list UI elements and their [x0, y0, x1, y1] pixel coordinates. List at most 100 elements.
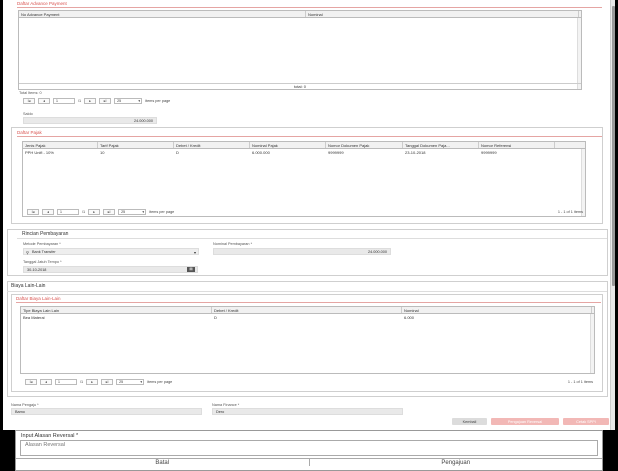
- cell-tipe-biaya: Bea Materai: [23, 315, 45, 320]
- pager-prev-button[interactable]: ◂: [38, 98, 50, 104]
- pager-last-button[interactable]: ▸I: [103, 209, 116, 215]
- per-page-select[interactable]: 25: [116, 379, 145, 385]
- tanggal-value: 30-10-2018: [27, 268, 47, 272]
- calendar-icon[interactable]: ▤: [187, 266, 195, 272]
- rincian-title: Rincian Pembayaran: [22, 231, 69, 237]
- pager-page-count: /1: [82, 210, 86, 214]
- biaya-title: Biaya Lain-Lain: [11, 283, 46, 289]
- saldo-field: 24.000.000: [23, 117, 157, 124]
- advance-grid-header: No Advance Payment Nominal: [19, 11, 581, 18]
- biaya-pager: I◂ ◂ 1 /1 ▸ ▸I 25 items per page 1 - 1 o…: [25, 378, 593, 386]
- col-nominal[interactable]: Nominal: [402, 307, 592, 313]
- per-page-select[interactable]: 25: [114, 98, 143, 104]
- col-debet-kredit[interactable]: Debet / Kredit: [174, 142, 250, 148]
- reversal-dialog-title: Input Alasan Reversal *: [21, 433, 79, 439]
- cell-tanggal-dokumen: 23-10-2018: [405, 150, 426, 155]
- col-nomor-dokumen[interactable]: Nomor Dokumen Pajak: [326, 142, 403, 148]
- page-scrollbar[interactable]: [610, 0, 615, 430]
- tanggal-field[interactable]: 30-10-2018 ▤: [23, 266, 198, 273]
- col-nominal-pajak[interactable]: Nominal Pajak: [250, 142, 326, 148]
- pager-last-button[interactable]: ▸I: [101, 379, 114, 385]
- pager-first-button[interactable]: I◂: [25, 379, 37, 385]
- cell-tarif-pajak: 10: [100, 150, 105, 155]
- pager-page-input[interactable]: 1: [53, 98, 75, 104]
- advance-grid: No Advance Payment Nominal total: 0: [18, 10, 582, 90]
- pager-page-count: /1: [80, 380, 84, 384]
- alasan-reversal-input[interactable]: Alasan Reversal: [20, 440, 598, 456]
- col-jenis-pajak[interactable]: Jenis Pajak: [23, 142, 98, 148]
- rincian-divider: [17, 238, 607, 239]
- pager-first-button[interactable]: I◂: [23, 98, 35, 104]
- advance-section-title: Daftar Advance Payment: [17, 1, 67, 6]
- finance-field: Dero: [212, 408, 403, 415]
- main-window: Daftar Advance Payment No Advance Paymen…: [3, 0, 615, 430]
- cell-nomor-referensi: 9999999: [481, 150, 497, 155]
- cell-jenis-pajak: PPH Unifi - 10%: [25, 150, 54, 155]
- pager-prev-button[interactable]: ◂: [40, 379, 52, 385]
- pajak-section-title: Daftar Pajak: [17, 130, 42, 135]
- pengaju-label: Nama Pengaju *: [11, 403, 39, 407]
- metode-select[interactable]: ⚲ Bank Transfer ▾: [23, 248, 199, 255]
- search-icon: ⚲: [26, 249, 29, 255]
- cetak-sppi-button[interactable]: Cetak SPPI: [563, 418, 609, 425]
- biaya-grid-scrollbar[interactable]: [590, 314, 594, 373]
- nominal-pembayaran-label: Nominal Pembayaran *: [213, 242, 253, 246]
- per-page-select[interactable]: 25: [118, 209, 147, 215]
- pager-next-button[interactable]: ▸: [86, 379, 99, 385]
- per-page-label: items per page: [145, 99, 171, 103]
- pajak-pager: I◂ ◂ 1 /1 ▸ ▸I 25 items per page 1 - 1 o…: [27, 208, 583, 216]
- page-scrollbar-thumb[interactable]: [612, 6, 615, 286]
- dialog-footer: Batal Pengajuan: [16, 458, 602, 466]
- cell-nomor-dokumen: 9999999: [328, 150, 344, 155]
- pager-prev-button[interactable]: ◂: [42, 209, 54, 215]
- col-debet-kredit[interactable]: Debet / Kredit: [212, 307, 402, 313]
- biaya-grid-header: Tipe Biaya Lain Lain Debet / Kredit Nomi…: [21, 307, 594, 314]
- cell-debet-kredit: D: [214, 315, 217, 320]
- biaya-rule: [16, 302, 601, 303]
- col-no-advance[interactable]: No Advance Payment: [19, 11, 306, 17]
- table-row[interactable]: Bea Materai D 6.000: [21, 314, 594, 320]
- pengajuan-reversal-button[interactable]: Pengajuan Reversal: [491, 418, 559, 425]
- pager-next-button[interactable]: ▸: [84, 98, 97, 104]
- pager-page-input[interactable]: 1: [57, 209, 79, 215]
- pager-page-input[interactable]: 1: [55, 379, 77, 385]
- tanggal-label: Tanggal Jatuh Tempo *: [23, 260, 62, 264]
- per-page-label: items per page: [149, 210, 175, 214]
- pager-first-button[interactable]: I◂: [27, 209, 39, 215]
- pajak-grid-scrollbar[interactable]: [581, 149, 585, 216]
- nominal-pembayaran-field: 24.000.000: [213, 248, 391, 255]
- pajak-rule: [17, 136, 602, 137]
- pengajuan-button[interactable]: Pengajuan: [310, 459, 603, 466]
- biaya-divider: [7, 291, 607, 292]
- pajak-grid-header: Jenis Pajak Tarif Pajak Debet / Kredit N…: [23, 142, 585, 149]
- pager-range: 1 - 1 of 1 items: [567, 380, 593, 384]
- table-row[interactable]: PPH Unifi - 10% 10 D 6.000.000 9999999 2…: [23, 149, 585, 155]
- col-nominal[interactable]: Nominal: [306, 11, 579, 17]
- col-nomor-referensi[interactable]: Nomor Referensi: [479, 142, 555, 148]
- per-page-label: items per page: [147, 380, 173, 384]
- metode-label: Metode Pembayaran *: [23, 242, 61, 246]
- pager-next-button[interactable]: ▸: [88, 209, 101, 215]
- kembali-button[interactable]: Kembali: [452, 418, 487, 425]
- pager-range: 1 - 1 of 1 items: [557, 210, 583, 214]
- cell-debet-kredit: D: [176, 150, 179, 155]
- reversal-dialog: Input Alasan Reversal * Alasan Reversal …: [15, 430, 603, 471]
- cell-nominal-pajak: 6.000.000: [252, 150, 270, 155]
- chevron-down-icon: ▾: [193, 249, 196, 255]
- pager-page-count: /1: [78, 99, 82, 103]
- col-tanggal-dokumen[interactable]: Tanggal Dokumen Paja...: [403, 142, 479, 148]
- metode-value: Bank Transfer: [32, 250, 56, 254]
- pajak-grid: Jenis Pajak Tarif Pajak Debet / Kredit N…: [22, 141, 586, 217]
- pengaju-field: Bamo: [11, 408, 202, 415]
- advance-rule: [17, 7, 602, 8]
- col-tarif-pajak[interactable]: Tarif Pajak: [98, 142, 174, 148]
- advance-total: total: 0: [19, 83, 581, 89]
- batal-button[interactable]: Batal: [16, 459, 310, 466]
- biaya-grid: Tipe Biaya Lain Lain Debet / Kredit Nomi…: [20, 306, 595, 374]
- advance-total-items: Total Items: 0: [19, 91, 42, 95]
- cell-nominal: 6.000: [404, 315, 415, 320]
- pager-last-button[interactable]: ▸I: [99, 98, 112, 104]
- finance-label: Nama Finance *: [212, 403, 240, 407]
- advance-grid-scrollbar[interactable]: [577, 18, 581, 89]
- col-tipe-biaya[interactable]: Tipe Biaya Lain Lain: [21, 307, 212, 313]
